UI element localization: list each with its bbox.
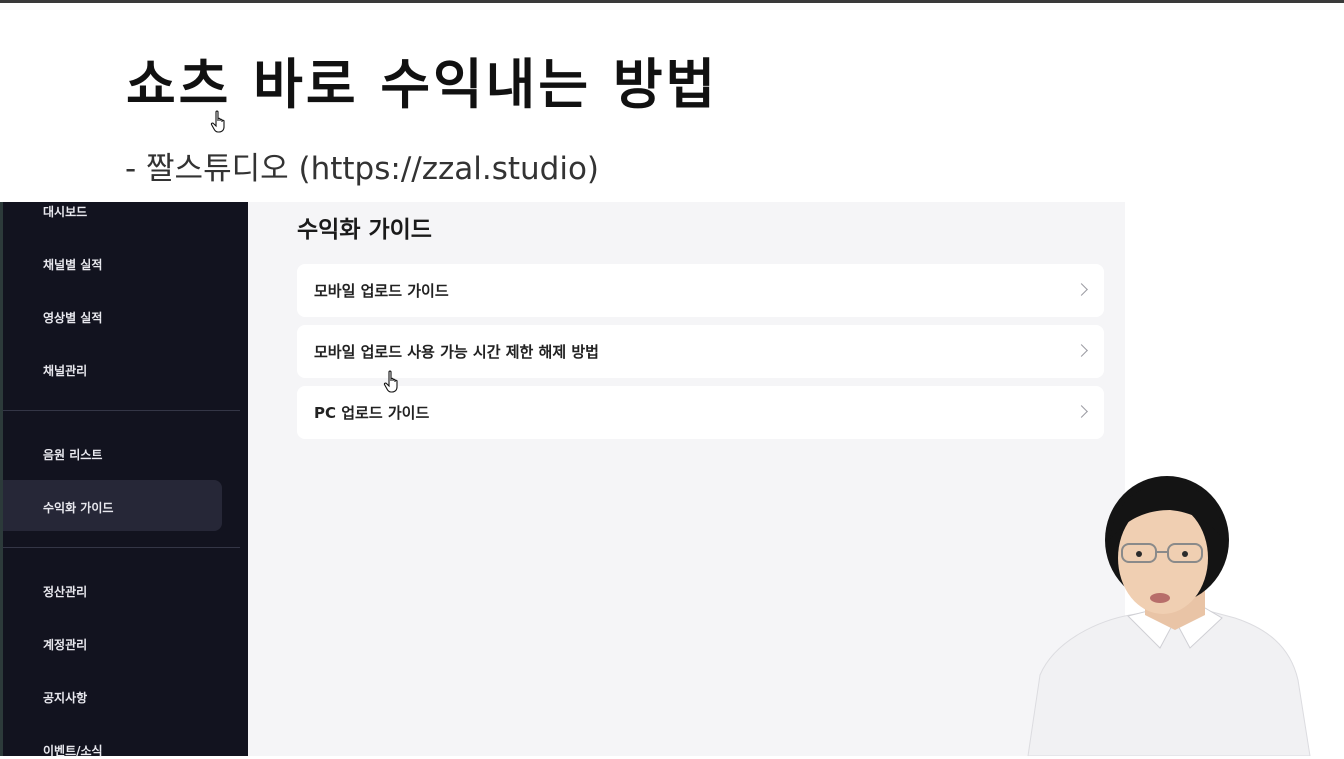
top-border (0, 0, 1344, 3)
sidebar: 대시보드 채널별 실적 영상별 실적 채널관리 음원 리스트 수익화 가이드 정… (0, 202, 248, 759)
page-title: 수익화 가이드 (297, 217, 432, 243)
sidebar-item-channel-management[interactable]: 채널관리 (43, 362, 87, 379)
guide-label: PC 업로드 가이드 (314, 404, 430, 422)
sidebar-item-channel-performance[interactable]: 채널별 실적 (43, 256, 102, 273)
chevron-right-icon (1075, 344, 1088, 357)
presenter-image (1027, 476, 1311, 756)
sidebar-item-events[interactable]: 이벤트/소식 (43, 742, 103, 759)
chevron-right-icon (1075, 405, 1088, 418)
chevron-right-icon (1075, 283, 1088, 296)
hand-pointer-icon (210, 110, 225, 133)
sidebar-item-video-performance[interactable]: 영상별 실적 (43, 309, 102, 326)
hand-pointer-icon (383, 370, 398, 393)
guide-mobile-upload[interactable]: 모바일 업로드 가이드 (297, 264, 1104, 317)
sidebar-item-settlement[interactable]: 정산관리 (43, 583, 87, 600)
sidebar-divider (3, 547, 240, 548)
sidebar-item-dashboard[interactable]: 대시보드 (43, 203, 87, 220)
slide-title: 쇼츠 바로 수익내는 방법 (126, 52, 719, 116)
slide-subtitle: - 짤스튜디오 (https://zzal.studio) (125, 151, 600, 187)
guide-label: 모바일 업로드 사용 가능 시간 제한 해제 방법 (314, 343, 599, 361)
main-panel: 수익화 가이드 모바일 업로드 가이드 모바일 업로드 사용 가능 시간 제한 … (248, 202, 1125, 756)
guide-mobile-time-limit[interactable]: 모바일 업로드 사용 가능 시간 제한 해제 방법 (297, 325, 1104, 378)
sidebar-item-music-list[interactable]: 음원 리스트 (43, 446, 102, 463)
guide-label: 모바일 업로드 가이드 (314, 282, 449, 300)
sidebar-item-monetization-guide[interactable]: 수익화 가이드 (43, 499, 113, 516)
sidebar-item-notices[interactable]: 공지사항 (43, 689, 87, 706)
sidebar-divider (3, 410, 240, 411)
guide-pc-upload[interactable]: PC 업로드 가이드 (297, 386, 1104, 439)
sidebar-item-account[interactable]: 계정관리 (43, 636, 87, 653)
